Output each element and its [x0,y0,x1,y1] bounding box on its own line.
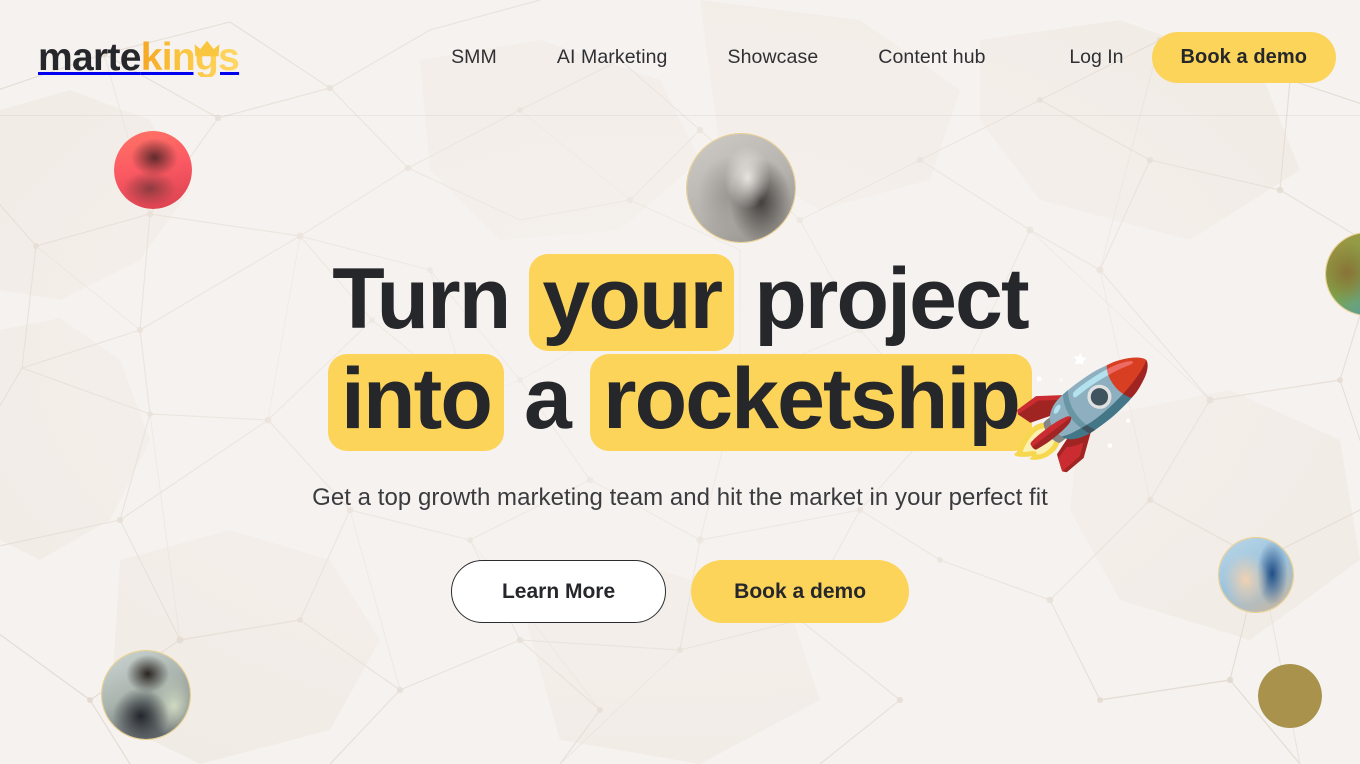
headline-highlight-your: your [529,254,735,351]
primary-nav: SMM AI Marketing Showcase Content hub [451,46,986,69]
headline-word-turn: Turn [332,251,511,348]
nav-link-ai-marketing[interactable]: AI Marketing [557,46,668,69]
book-a-demo-button-header[interactable]: Book a demo [1151,32,1336,83]
brand-logo[interactable]: marte kings [38,36,240,79]
book-a-demo-button-hero[interactable]: Book a demo [691,559,910,623]
avatar-image [687,134,795,242]
avatar-mid-right [1218,537,1294,613]
brand-logo-primary: marte [38,36,141,79]
hero-section: Turn your project into a rocketship 🚀 Ge… [0,116,1360,764]
avatar-top-center [686,133,796,243]
avatar-top-left [114,131,192,209]
headline-highlight-into: into [328,353,505,451]
hero-subtitle: Get a top growth marketing team and hit … [312,483,1048,511]
avatar-bottom-left [101,650,191,740]
avatar-image [1258,664,1322,728]
nav-link-smm[interactable]: SMM [451,46,497,69]
login-link[interactable]: Log In [1069,46,1123,69]
headline-word-a: a [524,350,572,447]
header-actions: Log In Book a demo [1069,32,1336,83]
hero-cta-row: Learn More Book a demo [450,559,910,623]
headline-highlight-rocketship: rocketship [590,353,1032,451]
avatar-bottom-right [1258,664,1322,728]
page-root: .ln { stroke:#e0d7cd; stroke-width:1.15;… [0,0,1360,764]
headline-line-1: Turn your project [330,251,1030,351]
headline-line-2: into a rocketship 🚀 [328,339,1156,481]
avatar-image [114,131,192,209]
avatar-image [102,651,190,739]
crown-icon [194,40,220,57]
brand-logo-accent: kings [140,36,240,79]
hero-headline: Turn your project into a rocketship 🚀 [328,251,1156,481]
site-header: marte kings SMM AI Marketing Showcase Con… [0,0,1360,116]
rocket-icon: 🚀 [1002,338,1157,482]
nav-link-showcase[interactable]: Showcase [728,46,819,69]
learn-more-button[interactable]: Learn More [450,559,667,623]
avatar-image [1219,538,1293,612]
nav-link-content-hub[interactable]: Content hub [878,46,985,69]
headline-word-project: project [754,251,1029,348]
